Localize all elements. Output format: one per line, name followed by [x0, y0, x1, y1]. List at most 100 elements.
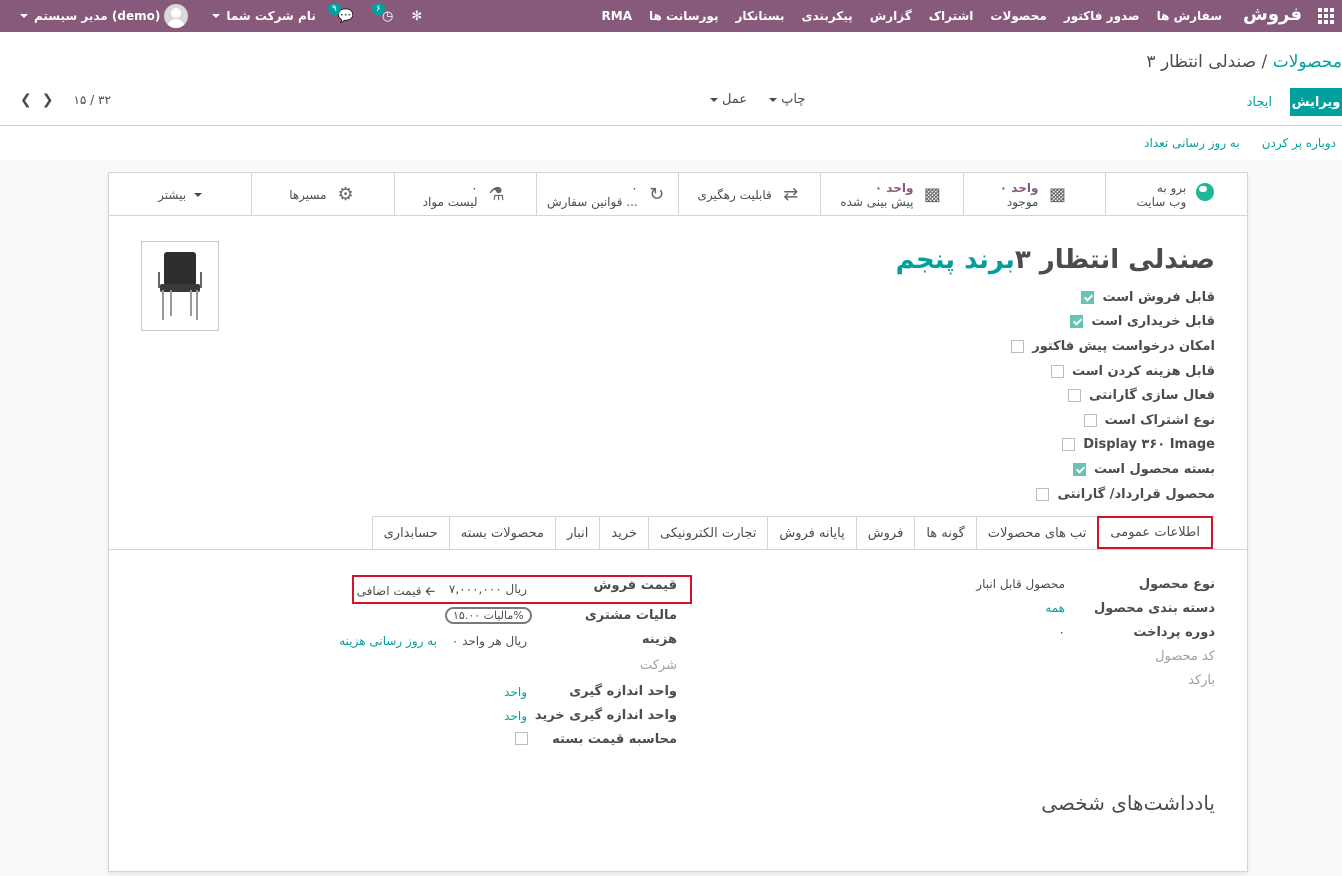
smart-button-bom[interactable]: ⚗ ۰ لیست مواد	[393, 173, 536, 216]
menu-configuration[interactable]: پیکربندی	[802, 9, 853, 23]
menu-orders[interactable]: سفارش ها	[1157, 9, 1222, 23]
replenish-button[interactable]: دوباره پر کردن	[1262, 136, 1336, 150]
option-label: امکان درخواست پیش فاکتور	[1032, 338, 1215, 354]
create-button[interactable]: ایجاد	[1235, 88, 1284, 116]
option-label: قابل خریداری است	[1091, 314, 1215, 330]
tab-accounting[interactable]: حسابداری	[371, 516, 450, 549]
breadcrumb-products-link[interactable]: محصولات	[1273, 52, 1342, 72]
payment-period-value[interactable]: ۰	[1059, 625, 1065, 639]
activities-badge: ۶	[372, 2, 385, 15]
customer-tax-tag[interactable]: مالیات ۱۵.۰۰%	[445, 607, 532, 624]
smart-value: ۰ واحد	[999, 180, 1039, 195]
product-title[interactable]: صندلی انتظار ۳برند پنجم	[896, 245, 1215, 275]
purchase-uom-link[interactable]: واحد	[504, 709, 527, 723]
checkbox[interactable]	[1011, 339, 1025, 353]
print-dropdown[interactable]: چاپ	[769, 92, 805, 107]
smart-button-on-hand[interactable]: ▩ ۰ واحد موجود	[962, 173, 1105, 216]
uom-label: واحد اندازه گیری	[569, 684, 677, 699]
checkbox[interactable]	[1062, 438, 1076, 452]
product-type-select[interactable]: محصول قابل انبار	[976, 577, 1065, 591]
update-cost-button[interactable]: به روز رسانی هزینه	[339, 634, 437, 648]
arrow-left-icon: 🡠	[425, 584, 435, 598]
menu-creditor[interactable]: بستانکار	[735, 9, 784, 23]
control-panel-divider	[0, 125, 1342, 126]
tab-variants[interactable]: گونه ها	[914, 516, 977, 549]
tab-ecommerce[interactable]: تجارت الکترونیکی	[648, 516, 769, 549]
smart-line2: مسیرها	[289, 187, 327, 202]
compute-bundle-price-checkbox[interactable]	[515, 732, 528, 745]
apps-menu-icon[interactable]	[1318, 8, 1334, 24]
uom-link[interactable]: واحد	[504, 685, 527, 699]
product-category-label: دسته بندی محصول	[1094, 601, 1215, 616]
menu-commissions[interactable]: پورسانت ها	[649, 9, 718, 23]
menu-subscriptions[interactable]: اشتراک	[929, 9, 974, 23]
refresh-icon: ↻	[649, 184, 665, 205]
product-category-link[interactable]: همه	[1045, 601, 1065, 615]
company-switcher[interactable]: نام شرکت شما	[212, 9, 316, 23]
messages-button[interactable]: ۹ 💬	[327, 2, 354, 24]
menu-reporting[interactable]: گزارش	[870, 9, 912, 23]
option-label: فعال سازی گارانتی	[1089, 388, 1215, 404]
pager-previous-icon[interactable]: ❮	[20, 92, 32, 108]
tab-sales[interactable]: فروش	[855, 516, 916, 549]
breadcrumb-separator: /	[1256, 52, 1273, 72]
debug-button[interactable]: ✻	[411, 9, 422, 24]
smart-buttons: برو به وب سایت ▩ ۰ واحد موجود ▩ ۰ واحد پیش …	[109, 173, 1247, 216]
navbar-systray: مدیر سیستم (demo) نام شرکت شما ۹ 💬 ۶ ◷ ✻	[0, 0, 422, 32]
checkbox[interactable]	[1036, 487, 1050, 501]
pager: ❮ ❯ ۱۵ / ۳۲	[20, 92, 121, 108]
form-sheet: برو به وب سایت ▩ ۰ واحد موجود ▩ ۰ واحد پیش …	[108, 172, 1248, 872]
smart-button-reorder-rules[interactable]: ↻ ۰ قوانین سفارش ...	[535, 173, 678, 216]
tab-product-tabs[interactable]: تب های محصولات	[975, 516, 1099, 549]
activities-button[interactable]: ۶ ◷	[372, 2, 393, 24]
caret-down-icon	[20, 14, 28, 18]
checkbox[interactable]	[1070, 315, 1084, 329]
checkbox[interactable]	[1083, 413, 1097, 427]
user-menu[interactable]: مدیر سیستم (demo)	[10, 4, 192, 28]
cost-value[interactable]: ۰ ریال هر واحد	[452, 634, 527, 648]
company-name: نام شرکت شما	[226, 9, 316, 23]
menu-invoicing[interactable]: صدور فاکتور	[1064, 9, 1140, 23]
pager-next-icon[interactable]: ❯	[42, 92, 54, 108]
option-quotation-request: امکان درخواست پیش فاکتور	[915, 334, 1215, 359]
breadcrumb: محصولات / صندلی انتظار ۳	[1146, 52, 1342, 72]
checkbox[interactable]	[1072, 462, 1086, 476]
sale-price-value[interactable]: ۷,۰۰۰,۰۰۰ ریال	[449, 582, 527, 596]
action-dropdown[interactable]: عمل	[710, 92, 747, 107]
menu-rma[interactable]: RMA	[602, 9, 632, 23]
smart-button-more[interactable]: بیشتر	[109, 173, 251, 216]
pager-count[interactable]: ۱۵ / ۳۲	[73, 93, 110, 107]
caret-down-icon	[710, 97, 718, 102]
smart-button-routes[interactable]: ⚙ مسیرها	[251, 173, 393, 216]
product-options: قابل فروش است قابل خریداری است امکان درخ…	[915, 285, 1215, 506]
tab-general-information[interactable]: اطلاعات عمومی	[1097, 516, 1213, 549]
action-dropdowns: عمل چاپ	[710, 92, 805, 107]
checkbox[interactable]	[1050, 364, 1064, 378]
option-product-bundle: بسته محصول است	[915, 457, 1215, 482]
checkbox[interactable]	[1068, 389, 1082, 403]
product-type-label: نوع محصول	[1138, 577, 1215, 592]
main-menu: سفارش ها صدور فاکتور محصولات اشتراک گزار…	[585, 0, 1222, 32]
tab-purchase[interactable]: خرید	[599, 516, 650, 549]
menu-products[interactable]: محصولات	[990, 9, 1046, 23]
app-brand: فروش	[1242, 4, 1302, 25]
product-image[interactable]	[141, 241, 219, 331]
flask-icon: ⚗	[488, 184, 505, 205]
tab-point-of-sale[interactable]: پایانه فروش	[767, 516, 857, 549]
smart-button-website[interactable]: برو به وب سایت	[1104, 173, 1247, 216]
caret-down-icon	[769, 97, 778, 102]
checkbox[interactable]	[1081, 290, 1095, 304]
smart-button-traceability[interactable]: ⇄ قابلیت رهگیری	[678, 173, 820, 216]
option-label: محصول قرارداد/ گارانتی	[1057, 486, 1215, 502]
update-quantity-button[interactable]: به روز رسانی تعداد	[1144, 136, 1240, 150]
customer-tax-label: مالیات مشتری	[584, 608, 677, 623]
tab-bundle-products[interactable]: محصولات بسته	[448, 516, 556, 549]
smart-button-forecasted[interactable]: ▩ ۰ واحد پیش بینی شده	[820, 173, 962, 216]
action-label: عمل	[722, 92, 748, 107]
globe-icon	[1194, 183, 1216, 206]
tab-inventory[interactable]: انبار	[554, 516, 601, 549]
option-label: Display ۳۶۰ Image	[1083, 437, 1215, 453]
edit-button[interactable]: ویرایش	[1290, 88, 1342, 116]
notebook-tabs: اطلاعات عمومی تب های محصولات گونه ها فرو…	[371, 516, 1213, 549]
extra-price-button[interactable]: قیمت اضافی 🡠	[357, 582, 439, 603]
